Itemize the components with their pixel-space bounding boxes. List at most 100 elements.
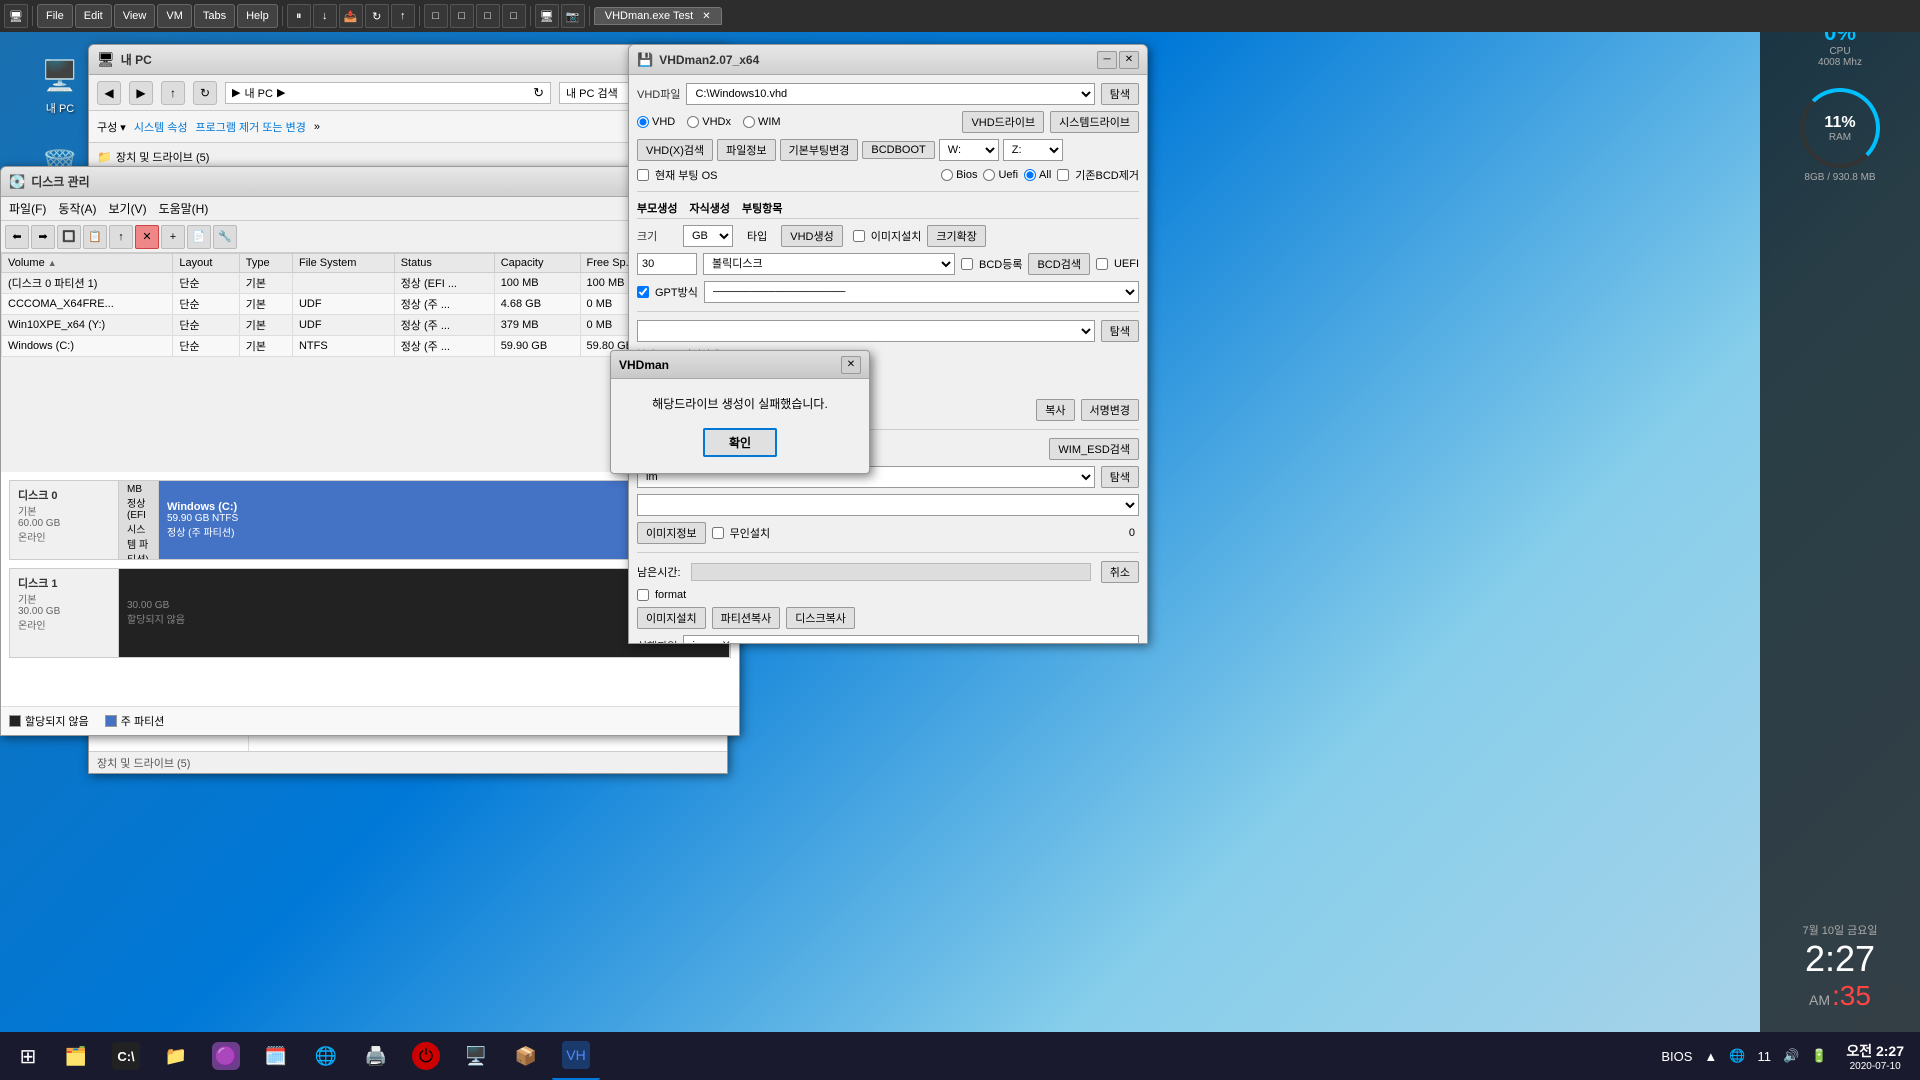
toolbar-screen[interactable]: 🖥 xyxy=(535,4,559,28)
toolbar-btn-1[interactable]: ⬅ xyxy=(5,225,29,249)
menu-help-h[interactable]: 도움말(H) xyxy=(159,200,209,217)
bios-radio-input[interactable] xyxy=(941,169,953,181)
taskbar-power[interactable]: ⏻ xyxy=(402,1032,450,1080)
image-install-btn[interactable]: 이미지설치 xyxy=(637,607,706,629)
image-install-label[interactable]: 이미지설치 xyxy=(853,228,922,244)
bcd-reg-checkbox[interactable] xyxy=(961,258,973,270)
vhdman-minimize-btn[interactable]: ─ xyxy=(1097,51,1117,69)
menu-tabs[interactable]: Tabs xyxy=(194,4,235,28)
uefi-radio-label[interactable]: Uefi xyxy=(983,169,1018,181)
radio-wim-input[interactable] xyxy=(743,116,755,128)
disk-copy-btn[interactable]: 디스크복사 xyxy=(786,607,855,629)
speaker-icon[interactable]: 🔊 xyxy=(1780,1046,1802,1066)
ribbon-system-props[interactable]: 시스템 속성 xyxy=(134,119,188,135)
menu-file-f[interactable]: 파일(F) xyxy=(9,200,46,217)
size-input[interactable] xyxy=(637,253,697,275)
backup-browse-btn[interactable]: 탐색 xyxy=(1101,466,1139,488)
taskbar-app1[interactable]: 🟣 xyxy=(202,1032,250,1080)
toolbar-dl[interactable]: ↓ xyxy=(313,4,337,28)
tab-close[interactable]: ✕ xyxy=(702,11,710,22)
menu-edit[interactable]: Edit xyxy=(75,4,112,28)
taskbar-app6[interactable]: 📦 xyxy=(502,1032,550,1080)
battery-icon[interactable]: 🔋 xyxy=(1808,1046,1830,1066)
toolbar-btn-7[interactable]: + xyxy=(161,225,185,249)
col-type[interactable]: Type xyxy=(239,254,292,273)
toolbar-btn-3[interactable]: 🔲 xyxy=(57,225,81,249)
wim-esd-btn[interactable]: WIM_ESD검색 xyxy=(1049,438,1139,460)
toolbar-btn-8[interactable]: 📄 xyxy=(187,225,211,249)
explorer-address-bar[interactable]: ▶ 내 PC ▶ ↻ xyxy=(225,82,551,104)
toolbar-t4[interactable]: □ xyxy=(502,4,526,28)
drive-w-select[interactable]: W: xyxy=(939,139,999,161)
cancel-btn[interactable]: 취소 xyxy=(1101,561,1139,583)
toolbar-send[interactable]: 📤 xyxy=(339,4,363,28)
partition-copy-btn[interactable]: 파티션복사 xyxy=(712,607,781,629)
radio-vhd-input[interactable] xyxy=(637,116,649,128)
taskbar-file-explorer[interactable]: 🗂️ xyxy=(52,1032,100,1080)
vhdman-close-btn[interactable]: ✕ xyxy=(1119,51,1139,69)
taskbar-cmd[interactable]: C:\ xyxy=(102,1032,150,1080)
current-boot-checkbox[interactable] xyxy=(637,169,649,181)
col-capacity[interactable]: Capacity xyxy=(494,254,580,273)
bcd-delete-label[interactable]: 기존BCD제거 xyxy=(1057,167,1139,183)
copy-target-select[interactable] xyxy=(637,320,1095,342)
start-button[interactable]: ⊞ xyxy=(4,1032,52,1080)
refresh-btn[interactable]: ↻ xyxy=(193,81,217,105)
all-radio-label[interactable]: All xyxy=(1024,169,1051,181)
format-label[interactable]: format xyxy=(637,589,686,601)
dialog-close-btn[interactable]: ✕ xyxy=(841,356,861,374)
col-fs[interactable]: File System xyxy=(292,254,394,273)
taskbar-app4[interactable]: 🖨️ xyxy=(352,1032,400,1080)
drive-z-select[interactable]: Z: xyxy=(1003,139,1063,161)
exe-select[interactable]: imageX.exe xyxy=(683,635,1139,643)
taskbar-vhd-app[interactable]: VH xyxy=(552,1032,600,1080)
uefi-cb[interactable] xyxy=(1096,258,1108,270)
toolbar-btn-5[interactable]: ↑ xyxy=(109,225,133,249)
radio-vhd[interactable]: VHD xyxy=(637,116,675,128)
menu-view[interactable]: View xyxy=(114,4,156,28)
toolbar-refresh[interactable]: ↻ xyxy=(365,4,389,28)
gpt-label[interactable]: GPT방식 xyxy=(637,284,698,300)
bios-radio-label[interactable]: Bios xyxy=(941,169,977,181)
col-volume[interactable]: Volume ▲ xyxy=(2,254,173,273)
menu-vm[interactable]: VM xyxy=(157,4,192,28)
sig-change-btn[interactable]: 서명변경 xyxy=(1081,399,1139,421)
up-btn[interactable]: ↑ xyxy=(161,81,185,105)
ribbon-compose-btn[interactable]: 구성 ▾ xyxy=(97,119,126,135)
toolbar-snap[interactable]: 📷 xyxy=(561,4,585,28)
copy-browse-btn[interactable]: 탐색 xyxy=(1101,320,1139,342)
taskbar-app2[interactable]: 🗓️ xyxy=(252,1032,300,1080)
toolbar-t3[interactable]: □ xyxy=(476,4,500,28)
back-btn[interactable]: ◀ xyxy=(97,81,121,105)
bcd-search-btn[interactable]: BCD검색 xyxy=(1028,253,1089,275)
image-install-checkbox[interactable] xyxy=(853,230,865,242)
toolbar-up[interactable]: ↑ xyxy=(391,4,415,28)
col-status[interactable]: Status xyxy=(394,254,494,273)
disk-type-select[interactable]: 볼릭디스크 xyxy=(703,253,955,275)
bcd-delete-checkbox[interactable] xyxy=(1057,169,1069,181)
virgo-app-icon[interactable]: 🖥 xyxy=(4,4,28,28)
taskbar-folder[interactable]: 📁 xyxy=(152,1032,200,1080)
radio-wim[interactable]: WIM xyxy=(743,116,781,128)
toolbar-t2[interactable]: □ xyxy=(450,4,474,28)
taskbar-app3[interactable]: 🌐 xyxy=(302,1032,350,1080)
sys-drive-btn[interactable]: 시스템드라이브 xyxy=(1050,111,1139,133)
section-boot[interactable]: 부팅항목 xyxy=(742,200,782,216)
menu-view-v[interactable]: 보기(V) xyxy=(108,200,146,217)
uefi-cb-label[interactable]: UEFI xyxy=(1096,258,1139,270)
gpt-type-select[interactable]: ───────────────── xyxy=(704,281,1139,303)
toolbar-btn-9[interactable]: 🔧 xyxy=(213,225,237,249)
forward-btn[interactable]: ▶ xyxy=(129,81,153,105)
col-layout[interactable]: Layout xyxy=(173,254,239,273)
backup-select2[interactable] xyxy=(637,494,1139,516)
toolbar-t1[interactable]: □ xyxy=(424,4,448,28)
expand-btn[interactable]: 크기확장 xyxy=(927,225,985,247)
taskbar-app5[interactable]: 🖥️ xyxy=(452,1032,500,1080)
ribbon-uninstall[interactable]: 프로그램 제거 또는 변경 xyxy=(195,119,305,135)
uninst-checkbox[interactable] xyxy=(712,527,724,539)
current-boot-label[interactable]: 현재 부팅 OS xyxy=(637,167,718,183)
boot-routing-btn[interactable]: 기본부팅변경 xyxy=(780,139,859,161)
uninst-label[interactable]: 무인설치 xyxy=(712,525,770,541)
toolbar-btn-4[interactable]: 📋 xyxy=(83,225,107,249)
img-info-btn[interactable]: 이미지정보 xyxy=(637,522,706,544)
